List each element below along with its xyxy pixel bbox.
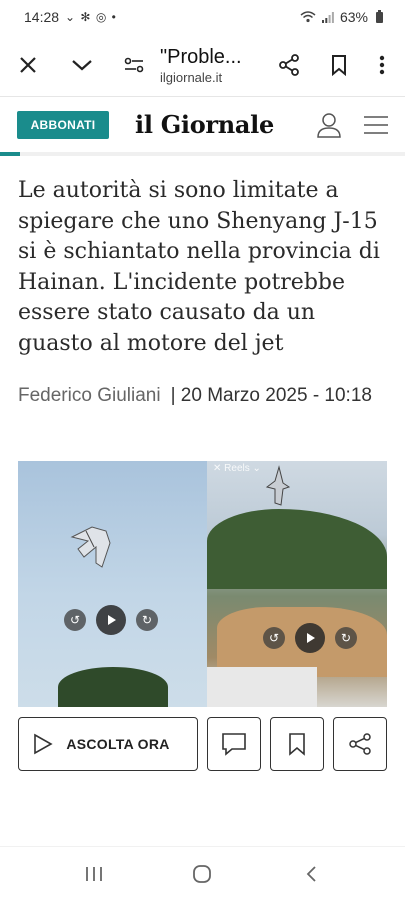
- back-icon: [306, 865, 316, 882]
- article-actions: ASCOLTA ORA: [0, 707, 405, 771]
- rewind-icon[interactable]: ↺: [64, 609, 86, 631]
- browser-toolbar: "Proble... ilgiornale.it: [0, 34, 405, 96]
- publish-date: | 20 Marzo 2025 - 10:18: [170, 385, 372, 406]
- close-tab-button[interactable]: [12, 49, 44, 81]
- subscribe-button[interactable]: ABBONATI: [17, 110, 109, 139]
- jet-image: [70, 526, 111, 568]
- page-title-area[interactable]: "Proble... ilgiornale.it: [150, 46, 273, 85]
- forward-icon-right[interactable]: ↻: [335, 627, 357, 649]
- play-button-left[interactable]: [96, 605, 126, 635]
- share-article-button[interactable]: [333, 717, 387, 771]
- tarp-image: [207, 667, 317, 707]
- trees-image: [58, 667, 168, 707]
- battery-icon: [376, 9, 383, 23]
- page-domain: ilgiornale.it: [160, 69, 223, 85]
- listen-label: ASCOLTA ORA: [66, 735, 170, 752]
- share-icon: [349, 733, 371, 755]
- video-frame-right: ✕ Reels ⌄ ↺ ↻: [207, 461, 387, 707]
- share-button[interactable]: [273, 49, 305, 81]
- rewind-icon-right[interactable]: ↺: [263, 627, 285, 649]
- status-time: 14:28: [24, 9, 60, 25]
- player-controls-left: ↺ ↻: [64, 605, 158, 635]
- close-icon: [20, 57, 36, 73]
- battery-percent: 63%: [339, 9, 368, 25]
- bookmark-button[interactable]: [323, 49, 355, 81]
- wifi-icon: [300, 11, 316, 23]
- more-icon: [379, 55, 385, 75]
- status-bar: 14:28 ⌄ ✻ ◎ • 63%: [0, 0, 405, 34]
- system-nav-bar: [0, 846, 405, 900]
- play-icon: [108, 615, 116, 625]
- bookmark-icon: [332, 55, 346, 76]
- notification-icons: ⌄ ✻ ◎ •: [65, 10, 117, 24]
- player-controls-right: ↺ ↻: [263, 623, 357, 653]
- chevron-down-icon: [72, 60, 92, 71]
- play-icon: [307, 633, 315, 643]
- jet-image-right: [265, 465, 291, 506]
- page-settings-icon: [124, 57, 144, 73]
- back-button[interactable]: [291, 865, 331, 883]
- comment-icon: [222, 733, 246, 756]
- play-button-right[interactable]: [295, 623, 325, 653]
- home-button[interactable]: [182, 864, 222, 884]
- forward-icon[interactable]: ↻: [136, 609, 158, 631]
- forest-image: [207, 509, 387, 589]
- byline: Federico Giuliani | 20 Marzo 2025 - 10:1…: [0, 359, 405, 407]
- site-header: ABBONATI il Giornale: [0, 96, 405, 152]
- save-article-button[interactable]: [270, 717, 324, 771]
- reading-progress-fill: [0, 152, 21, 156]
- bookmark-icon: [289, 733, 305, 756]
- more-button[interactable]: [373, 49, 391, 81]
- signal-icon: [321, 11, 334, 23]
- user-icon[interactable]: [317, 112, 341, 138]
- share-icon: [279, 54, 299, 76]
- video-frame-left: ↺ ↻: [18, 461, 207, 707]
- minimize-button[interactable]: [66, 49, 98, 81]
- article-subtitle: Le autorità si sono limitate a spiegare …: [18, 178, 380, 356]
- comment-button[interactable]: [207, 717, 261, 771]
- author-link[interactable]: Federico Giuliani: [18, 385, 161, 407]
- recent-apps-button[interactable]: [74, 866, 114, 882]
- page-settings-button[interactable]: [118, 49, 150, 81]
- site-logo[interactable]: il Giornale: [135, 110, 317, 139]
- page-title: "Proble...: [160, 45, 242, 68]
- menu-icon[interactable]: [363, 115, 389, 135]
- reels-label: ✕ Reels ⌄: [213, 463, 261, 474]
- reading-progress-bar: [0, 152, 405, 156]
- home-icon: [193, 864, 212, 883]
- recent-apps-icon: [86, 866, 103, 881]
- video-embed[interactable]: ↺ ↻ ✕ Reels ⌄ ↺ ↻: [18, 461, 387, 707]
- play-icon: [34, 733, 53, 755]
- listen-button[interactable]: ASCOLTA ORA: [18, 717, 198, 771]
